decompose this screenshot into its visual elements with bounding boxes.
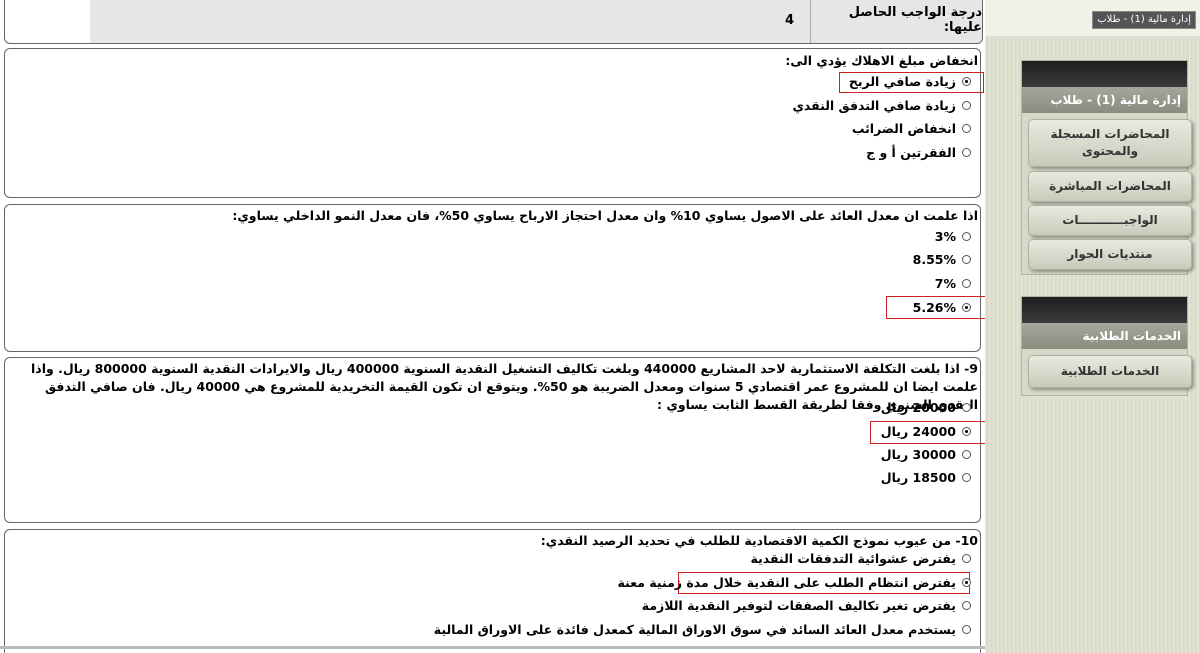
question-text: 10- من عيوب نموذج الكمية الاقتصادية للطل… — [540, 533, 978, 548]
forums-button[interactable]: منتديات الحوار — [1028, 239, 1192, 270]
answer-option[interactable]: زيادة صافي التدفق النقدي — [792, 98, 971, 113]
answer-option[interactable]: 5.26% — [913, 300, 971, 315]
grade-value: 4 — [90, 0, 810, 43]
radio-button[interactable] — [962, 255, 971, 264]
radio-button[interactable] — [962, 232, 971, 241]
services-title: الخدمات الطلابية — [1022, 323, 1187, 349]
option-label: 20000 ريال — [880, 400, 956, 415]
answer-option[interactable]: 20000 ريال — [881, 400, 971, 415]
sidebar-top-strip: إدارة مالية (1) - طلاب — [985, 0, 1200, 36]
course-breadcrumb[interactable]: إدارة مالية (1) - طلاب — [1092, 11, 1196, 29]
radio-button[interactable] — [962, 601, 971, 610]
question-text: 9- اذا بلغت التكلفة الاستثمارية لاحد الم… — [31, 361, 978, 412]
radio-button[interactable] — [962, 625, 971, 634]
panel-header-bar — [1022, 61, 1187, 87]
option-label: 24000 ريال — [880, 424, 956, 439]
question-card: اذا علمت ان معدل العائد على الاصول يساوي… — [4, 204, 992, 352]
radio-button[interactable] — [962, 473, 971, 482]
option-label: 18500 ريال — [880, 470, 956, 485]
recorded-lectures-button[interactable]: المحاضرات المسجلة والمحتوى — [1028, 119, 1192, 167]
option-label: 7% — [934, 276, 956, 291]
course-menu-panel: إدارة مالية (1) - طلاب المحاضرات المسجلة… — [1021, 60, 1192, 275]
option-label: 30000 ريال — [880, 447, 956, 462]
live-lectures-button[interactable]: المحاضرات المباشرة — [1028, 171, 1192, 202]
radio-button[interactable] — [962, 403, 971, 412]
option-label: 8.55% — [912, 252, 956, 267]
answer-option[interactable]: 30000 ريال — [881, 447, 971, 462]
radio-selected[interactable] — [962, 427, 971, 436]
answer-option[interactable]: يفترض تغير تكاليف الصفقات لتوفير النقدية… — [642, 598, 971, 613]
assignments-button[interactable]: الواجبـــــــــــات — [1028, 205, 1192, 236]
option-label: يفترض عشوائية التدفقات النقدية — [750, 551, 956, 566]
option-label: زيادة صافي الربح — [848, 74, 956, 89]
main-content: 4 درجة الواجب الحاصل عليها: انخفاض مبلغ … — [0, 0, 994, 653]
question-text: انخفاض مبلغ الاهلاك يؤدي الى: — [785, 53, 978, 68]
answer-option[interactable]: 7% — [935, 276, 971, 291]
answer-option[interactable]: 3% — [935, 229, 971, 244]
services-panel: الخدمات الطلابية الخدمات الطلابية — [1021, 296, 1192, 396]
option-label: 3% — [934, 229, 956, 244]
grade-box: 4 درجة الواجب الحاصل عليها: — [4, 0, 983, 44]
option-label: يستخدم معدل العائد السائد في سوق الاوراق… — [433, 622, 956, 637]
grade-label: درجة الواجب الحاصل عليها: — [810, 0, 982, 43]
radio-button[interactable] — [962, 279, 971, 288]
sidebar: إدارة مالية (1) - طلاب إدارة مالية (1) -… — [985, 0, 1200, 653]
answer-option[interactable]: 24000 ريال — [881, 424, 971, 439]
radio-selected[interactable] — [962, 303, 971, 312]
option-label: يفترض تغير تكاليف الصفقات لتوفير النقدية… — [641, 598, 956, 613]
answer-option[interactable]: يفترض انتظام الطلب على النقدية خلال مدة … — [617, 575, 971, 590]
bottom-divider — [0, 646, 985, 649]
panel-header-bar — [1022, 297, 1187, 323]
question-card: 9- اذا بلغت التكلفة الاستثمارية لاحد الم… — [4, 357, 994, 523]
question-text: اذا علمت ان معدل العائد على الاصول يساوي… — [232, 208, 978, 223]
option-label: الفقرتين أ و ج — [866, 145, 956, 160]
radio-button[interactable] — [962, 101, 971, 110]
answer-option[interactable]: يفترض عشوائية التدفقات النقدية — [750, 551, 971, 566]
answer-option[interactable]: انخفاض الضرائب — [852, 121, 971, 136]
radio-button[interactable] — [962, 554, 971, 563]
answer-option[interactable]: يستخدم معدل العائد السائد في سوق الاوراق… — [434, 622, 971, 637]
student-services-button[interactable]: الخدمات الطلابية — [1028, 355, 1192, 388]
option-label: زيادة صافي التدفق النقدي — [792, 98, 956, 113]
option-label: انخفاض الضرائب — [851, 121, 956, 136]
option-label: 5.26% — [912, 300, 956, 315]
question-card: انخفاض مبلغ الاهلاك يؤدي الى: زيادة صافي… — [4, 48, 984, 198]
answer-option[interactable]: 8.55% — [913, 252, 971, 267]
answer-option[interactable]: الفقرتين أ و ج — [866, 145, 971, 160]
radio-button[interactable] — [962, 148, 971, 157]
radio-button[interactable] — [962, 124, 971, 133]
answer-option[interactable]: زيادة صافي الربح — [849, 74, 971, 89]
course-menu-title: إدارة مالية (1) - طلاب — [1022, 87, 1187, 113]
radio-selected[interactable] — [962, 77, 971, 86]
radio-selected[interactable] — [962, 578, 971, 587]
answer-option[interactable]: 18500 ريال — [881, 470, 971, 485]
radio-button[interactable] — [962, 450, 971, 459]
option-label: يفترض انتظام الطلب على النقدية خلال مدة … — [617, 575, 956, 590]
question-card: 10- من عيوب نموذج الكمية الاقتصادية للطل… — [4, 529, 981, 653]
